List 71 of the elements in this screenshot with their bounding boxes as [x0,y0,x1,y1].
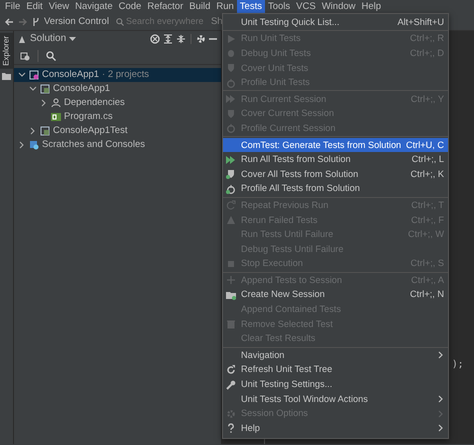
menu-item[interactable]: Refresh Unit Test Tree [223,362,448,378]
expand-all-icon [163,34,173,44]
double-play-icon [226,154,236,165]
shield-icon [226,108,236,119]
double-play-icon [226,94,236,104]
toolbar-text: Sh [210,16,223,28]
shield-icon [226,63,236,74]
menu-bar-item[interactable]: Refactor [144,0,186,13]
code-text: ); [452,359,464,370]
project-icon [40,126,50,136]
folder-icon [226,290,236,300]
menu-bar-item[interactable]: Build [186,0,214,13]
menu-bar-item[interactable]: Help [358,0,384,13]
search-icon [46,50,56,60]
menu-item[interactable]: Navigation [223,348,448,363]
tree-item[interactable]: Scratches and Consoles [14,138,221,152]
branch-icon [32,16,40,26]
menu-bar-item[interactable]: Window [318,0,359,13]
collapse-all-icon [176,34,186,44]
menu-item[interactable]: Unit Tests Tool Window Actions [223,392,448,406]
stop-icon [226,258,236,269]
scratches-icon [29,140,39,150]
repeat-icon [226,200,236,210]
menu-bar-item[interactable]: Code [116,0,144,13]
refresh-icon [226,364,236,375]
menu-item[interactable]: Run All Tests from Solution Ctrl+;, L [223,152,448,167]
caret-icon [69,36,76,42]
menu-item[interactable]: Unit Testing Settings... [223,377,448,392]
stopwatch-icon [226,184,236,194]
filter-icon [20,50,30,60]
rerun-icon [226,215,236,226]
explorer-tab[interactable]: Explorer [0,33,13,69]
panel-title[interactable]: Solution [30,33,66,45]
tree-item[interactable]: ConsoleApp1 · 2 projects [14,68,221,82]
tree-item[interactable]: Program.cs [14,110,221,124]
menu-bar-item[interactable]: VCS [293,0,319,13]
shield-icon [226,169,236,180]
folder-icon [2,72,11,80]
plus-icon [226,275,236,286]
search-icon [116,18,124,26]
menu-item[interactable]: ComTest: Generate Tests from Solution Ctrl+U, C [223,138,448,152]
help-icon [226,423,236,434]
forward-arrow-icon [18,16,28,26]
locate-icon [150,34,160,44]
menu-bar-item[interactable]: Tests [236,0,265,13]
csharp-file-icon [51,112,61,122]
wrench-icon [226,380,236,390]
project-icon [40,84,50,94]
menu-item[interactable]: Profile All Tests from Solution [223,182,448,196]
stopwatch-icon [226,78,236,88]
menu-item[interactable]: Cover All Tests from Solution Ctrl+;, K [223,166,448,182]
menu-bar-item[interactable]: File [2,0,24,13]
menu-bar-item[interactable]: Edit [23,0,46,13]
menu-bar-item[interactable]: Navigate [72,0,116,13]
bug-icon [226,48,236,58]
tree-item[interactable]: ConsoleApp1 [14,82,221,96]
menu-bar-item[interactable]: View [46,0,72,13]
menu-bar-item[interactable]: Tools [264,0,294,13]
stopwatch-icon [226,123,236,134]
tree-item[interactable]: Dependencies [14,96,221,110]
back-arrow-icon [4,16,14,26]
trash-icon [226,319,236,330]
menu-item[interactable]: Create New Session Ctrl+;, N [223,288,448,302]
tree-item[interactable]: ConsoleApp1Test [14,124,221,138]
menu-item[interactable]: Help [223,421,448,436]
vcs-label[interactable]: Version Control [44,16,109,28]
dependencies-icon [51,98,61,108]
play-icon [226,34,236,44]
gear-icon [226,408,236,419]
menu-item[interactable]: Unit Testing Quick List... Alt+Shift+U [223,15,448,30]
menu-bar-item[interactable]: Run [213,0,237,13]
